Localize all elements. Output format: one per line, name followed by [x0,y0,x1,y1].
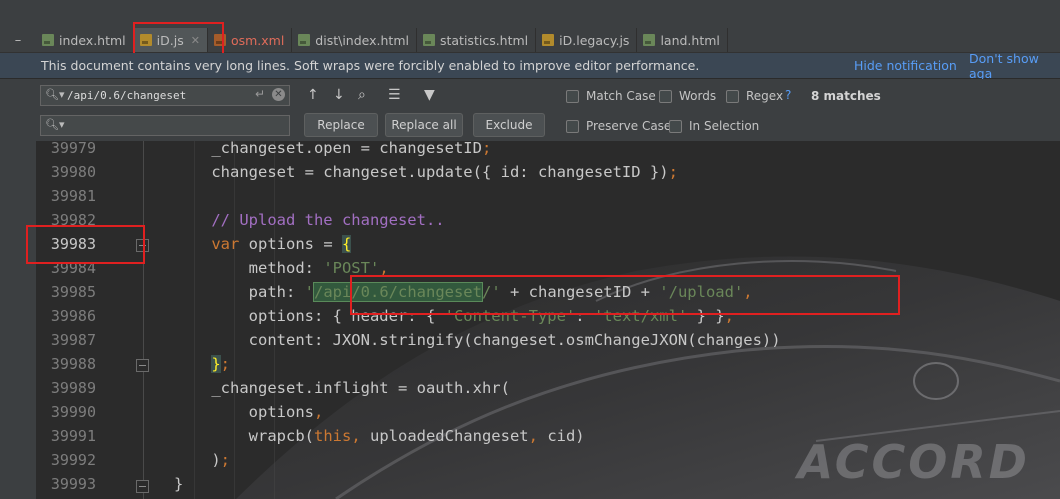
line-number: 39986 [50,307,96,325]
line-number: 39981 [50,187,96,205]
line-number: 39987 [50,331,96,349]
line-number: 39991 [50,427,96,445]
search-icon: 🔍︎▾ [45,88,65,101]
code-line[interactable]: var options = { [174,235,352,253]
code-line[interactable]: wrapcb(this, uploadedChangeset, cid) [174,427,585,445]
line-number: 39990 [50,403,96,421]
tab-statistics-html[interactable]: statistics.html [417,28,537,52]
html-file-icon [42,34,54,46]
regex-help-link[interactable]: ? [785,88,791,102]
tab-index-html[interactable]: index.html [36,28,134,52]
filter-icon[interactable]: ▼ [424,87,435,103]
annotation-box-line-number [26,225,145,264]
code-line[interactable]: content: JXON.stringify(changeset.osmCha… [174,331,781,349]
annotation-box-tab [133,22,224,55]
html-file-icon [298,34,311,46]
in-selection-checkbox[interactable]: In Selection [669,119,759,133]
find-all-occurrences-icon[interactable]: ⌕ [358,87,366,103]
notification-text: This document contains very long lines. … [41,58,700,73]
words-checkbox[interactable]: Words [659,89,716,103]
replace-input[interactable]: 🔍︎▾ [40,115,290,136]
search-value: /api/0.6/changeset [67,89,187,102]
match-count: 8 matches [811,89,881,103]
code-line[interactable]: _changeset.inflight = oauth.xhr( [174,379,510,397]
code-line[interactable]: }; [174,355,230,373]
match-case-checkbox[interactable]: Match Case [566,89,656,103]
line-number: 39980 [50,163,96,181]
code-editor[interactable]: ACCORD 39979 _changeset.open = changeset… [36,141,1060,499]
collapse-icon[interactable]: – [0,28,36,52]
line-number: 39989 [50,379,96,397]
checkbox-box [566,119,579,133]
checkbox-box [669,119,682,133]
preserve-case-checkbox[interactable]: Preserve Case [566,119,671,133]
newline-icon[interactable]: ↵ [255,87,265,101]
search-icon: 🔍︎▾ [45,118,65,131]
arrow-up-icon[interactable]: ↑ [307,87,319,103]
code-line[interactable]: options, [174,403,324,421]
line-number: 39988 [50,355,96,373]
fold-gutter-line [143,141,144,499]
code-line[interactable]: changeset = changeset.update({ id: chang… [174,163,678,181]
html-file-icon [643,34,656,46]
select-all-occurrences-icon[interactable]: ☰ [388,87,401,103]
tab-dist-index-html[interactable]: dist\index.html [292,28,417,52]
hide-notification-link[interactable]: Hide notification [854,58,957,73]
regex-checkbox[interactable]: Regex [726,89,783,103]
html-file-icon [422,34,435,46]
replace-button[interactable]: Replace [304,113,378,137]
find-replace-bar: 🔍︎▾ /api/0.6/changeset ↵ ✕ 🔍︎▾ ↑ ↓ ⌕ ☰ ▼… [0,79,1060,141]
code-line[interactable]: _changeset.open = changesetID; [174,141,491,157]
code-line[interactable]: } [174,475,183,493]
fold-marker-icon[interactable] [136,359,149,372]
line-number: 39985 [50,283,96,301]
tab-land-html[interactable]: land.html [637,28,728,52]
js-file-icon [542,34,555,46]
exclude-button[interactable]: Exclude [473,113,545,137]
fold-marker-icon[interactable] [136,480,149,493]
tab-id-legacy-js[interactable]: iD.legacy.js [536,28,638,52]
arrow-down-icon[interactable]: ↓ [333,87,345,103]
left-tool-strip [0,79,36,499]
annotation-box-path [350,275,900,315]
code-line[interactable]: ); [174,451,230,469]
dont-show-again-link[interactable]: Don't show aga [969,51,1060,81]
notification-bar: This document contains very long lines. … [0,51,1060,81]
code-line[interactable]: // Upload the changeset.. [174,211,444,229]
watermark-text: ACCORD [797,435,1030,489]
line-number: 39993 [50,475,96,493]
checkbox-box [659,89,672,103]
clear-icon[interactable]: ✕ [272,88,285,101]
replace-all-button[interactable]: Replace all [385,113,463,137]
checkbox-box [726,89,739,103]
line-number: 39992 [50,451,96,469]
search-input[interactable]: 🔍︎▾ /api/0.6/changeset ↵ ✕ [40,85,290,106]
checkbox-box [566,89,579,103]
line-number: 39979 [50,141,96,157]
